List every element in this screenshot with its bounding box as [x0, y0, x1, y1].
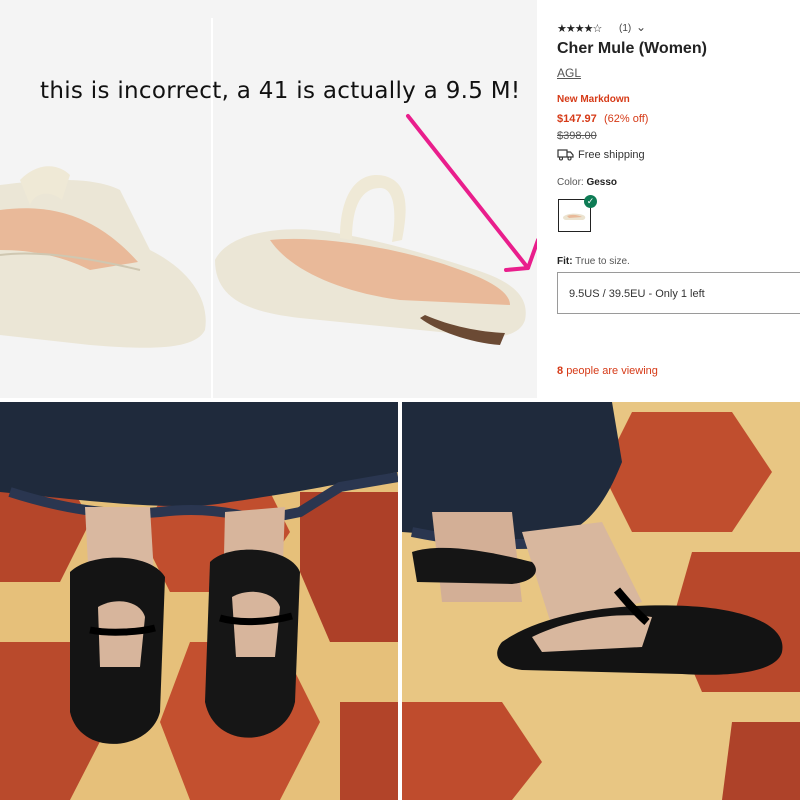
shipping-info: Free shipping: [557, 149, 645, 161]
chevron-down-icon[interactable]: ⌄: [636, 20, 646, 34]
product-photo-panel: [0, 0, 537, 398]
shipping-label: Free shipping: [578, 149, 645, 161]
worn-photo-side-image: [402, 402, 800, 800]
fit-label: Fit:: [557, 256, 573, 267]
worn-photo-side: [402, 402, 800, 800]
product-photos: [0, 114, 537, 348]
shoe-photo-left: [0, 166, 206, 348]
shoe-photo-right: [215, 174, 526, 345]
rating-count[interactable]: (1): [619, 23, 631, 34]
annotation-arrow: [406, 114, 537, 272]
viewers-count: 8: [557, 365, 564, 377]
viewers-notice: 8 people are viewing: [557, 365, 658, 377]
color-value: Gesso: [586, 177, 618, 188]
check-icon: ✓: [584, 195, 597, 208]
discount-percent: (62% off): [604, 113, 649, 125]
markdown-label: New Markdown: [557, 94, 630, 105]
sale-price: $147.97: [557, 113, 597, 125]
annotation-text: this is incorrect, a 41 is actually a 9.…: [40, 78, 521, 104]
viewers-text: people are viewing: [566, 365, 658, 377]
product-title: Cher Mule (Women): [557, 40, 707, 57]
product-info-panel: ★★★★☆ (1) ⌄ Cher Mule (Women) AGL New Ma…: [537, 0, 800, 398]
worn-photo-front: [0, 402, 398, 800]
original-price: $398.00: [557, 130, 597, 142]
truck-icon: [557, 149, 574, 161]
color-row: Color: Gesso: [557, 177, 617, 188]
color-label: Color:: [557, 177, 584, 188]
fit-value: True to size.: [575, 256, 630, 267]
photo-divider: [211, 18, 213, 398]
worn-photo-front-image: [0, 402, 398, 800]
size-select[interactable]: 9.5US / 39.5EU - Only 1 left: [557, 272, 800, 314]
brand-link[interactable]: AGL: [557, 66, 581, 80]
rating-stars[interactable]: ★★★★☆: [557, 22, 602, 35]
fit-row: Fit: True to size.: [557, 256, 630, 267]
